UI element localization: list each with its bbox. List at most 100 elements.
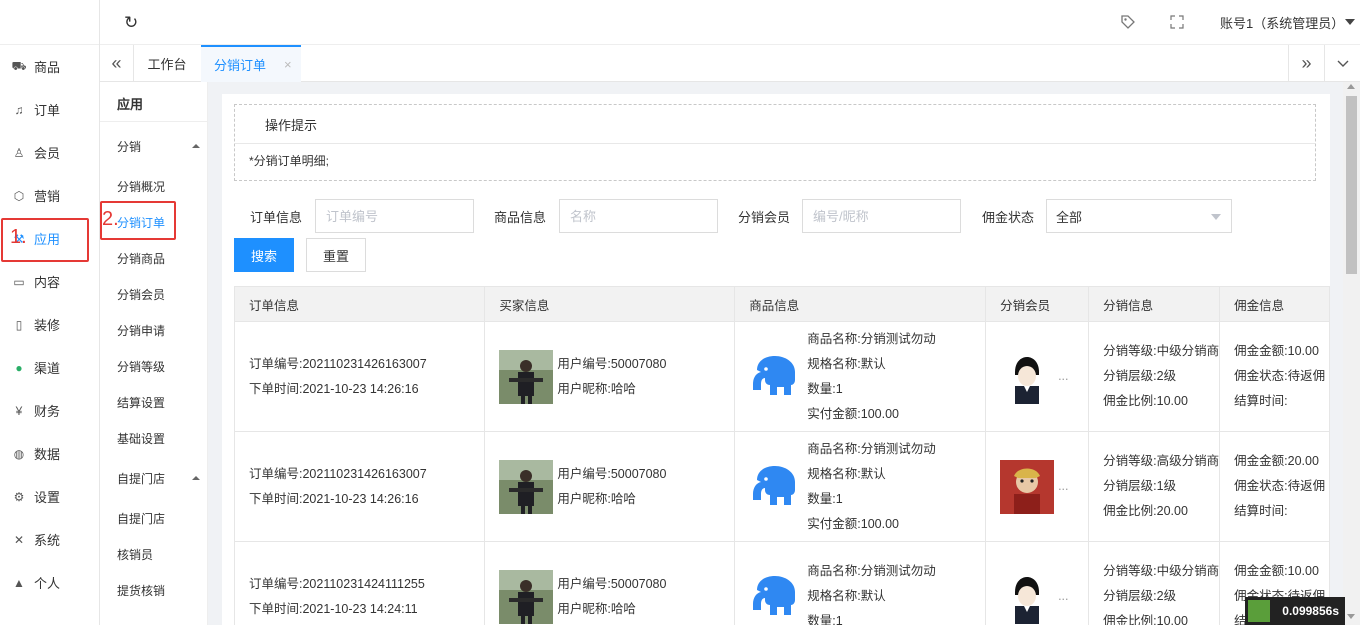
secondary-sidebar: 应用 分销 分销概况 分销订单 分销商品 分销会员 分销申请 分销等级 结算设置 基础设置 自… — [100, 82, 208, 625]
search-button[interactable]: 搜索 — [234, 238, 294, 272]
subnav-item[interactable]: 分销概况 — [100, 168, 208, 204]
subnav-item[interactable]: 分销商品 — [100, 240, 208, 276]
member-avatar — [1000, 459, 1055, 514]
column-header: 分销会员 — [985, 286, 1090, 322]
member-avatar — [1000, 569, 1055, 624]
dist-level: 分销等级:中级分销商 — [1103, 564, 1220, 578]
subnav-item[interactable]: 结算设置 — [100, 384, 208, 420]
nav-item-12[interactable]: ▲ 个人 — [0, 561, 100, 604]
globe-icon: ◍ — [13, 446, 25, 461]
nav-item-6[interactable]: ▯ 装修 — [0, 303, 100, 346]
nav-item-label: 财务 — [34, 404, 61, 419]
nav-item-10[interactable]: ⚙ 设置 — [0, 475, 100, 518]
member-cell: ... — [985, 541, 1090, 625]
nav-item-2[interactable]: ♙ 会员 — [0, 131, 100, 174]
buyer-info-cell: 用户编号:50007080 用户昵称:哈哈 — [484, 431, 736, 542]
commission-info-cell: 佣金金额:20.00 佣金状态:待返佣 结算时间: — [1219, 431, 1330, 542]
subnav-item[interactable]: 提货核销 — [100, 572, 208, 608]
scrollbar-thumb[interactable] — [1346, 96, 1357, 274]
nav-item-label: 订单 — [34, 103, 61, 118]
subnav-item[interactable]: 自提门店 — [100, 500, 208, 536]
nav-item-9[interactable]: ◍ 数据 — [0, 432, 100, 475]
distribution-info-cell: 分销等级:中级分销商 分销层级:2级 佣金比例:10.00 — [1088, 321, 1221, 432]
nav-item-label: 应用 — [34, 232, 61, 247]
column-header: 订单信息 — [233, 286, 486, 322]
order-time: 下单时间:2021-10-23 14:26:16 — [249, 491, 419, 506]
comm-status: 佣金状态:待返佣 — [1234, 479, 1326, 493]
table-row[interactable]: 订单编号:202110231426163007 下单时间:2021-10-23 1… — [233, 431, 1330, 542]
subnav-group-pickup[interactable]: 自提门店 — [100, 460, 208, 496]
subnav-group-label: 分销 — [117, 139, 142, 154]
refresh-icon[interactable]: ↻ — [124, 13, 138, 33]
goods-name: 商品名称:分销测试勿动 — [807, 331, 936, 346]
scroll-up-icon[interactable] — [1347, 84, 1355, 89]
goods-info-cell: 商品名称:分销测试勿动 规格名称:默认 数量:1 — [734, 541, 987, 625]
table-row[interactable]: 订单编号:202110231424111255 下单时间:2021-10-23 1… — [233, 541, 1330, 625]
divider — [235, 143, 1315, 144]
subnav-item[interactable]: 分销申请 — [100, 312, 208, 348]
more-icon[interactable]: ... — [1058, 364, 1068, 389]
column-header: 分销信息 — [1088, 286, 1221, 322]
elephant-product-image — [753, 575, 796, 615]
nav-item-5[interactable]: ▭ 内容 — [0, 260, 100, 303]
commission-info-cell: 佣金金额:10.00 佣金状态:待返佣结算时间: — [1219, 321, 1330, 432]
commission-status-select[interactable]: 全部 — [1046, 199, 1232, 233]
goods-name: 商品名称:分销测试勿动 — [807, 564, 936, 578]
subnav-group-label: 自提门店 — [117, 471, 166, 486]
chevron-down-icon[interactable] — [1345, 19, 1355, 25]
nav-item-7[interactable]: ● 渠道 — [0, 346, 100, 389]
nav-item-label: 设置 — [34, 490, 61, 505]
subnav-item[interactable]: 分销等级 — [100, 348, 208, 384]
column-header: 商品信息 — [734, 286, 987, 322]
fullscreen-icon[interactable] — [1170, 15, 1184, 32]
nav-item-8[interactable]: ¥ 财务 — [0, 389, 100, 432]
main-content: 操作提示 *分销订单明细; 订单信息 商品信息 分销会员 佣金状态 全部 搜索 … — [222, 94, 1330, 625]
subnav-group-distribution[interactable]: 分销 — [100, 128, 208, 164]
goods-qty: 数量:1 — [807, 381, 843, 396]
nav-item-1[interactable]: ♫ 订单 — [0, 88, 100, 131]
tabs-scroll-right-icon[interactable]: » — [1288, 45, 1324, 82]
goods-name-input[interactable] — [559, 199, 718, 233]
commission-status-label: 佣金状态 — [982, 210, 1035, 225]
goods-spec: 规格名称:默认 — [807, 466, 886, 481]
book-icon: ▭ — [13, 274, 25, 289]
nav-item-label: 数据 — [34, 447, 61, 462]
table-row[interactable]: 订单编号:202110231426163007 下单时间:2021-10-23 1… — [233, 321, 1330, 432]
order-no-input[interactable] — [315, 199, 474, 233]
bell-icon: ♫ — [14, 102, 24, 117]
tabs-menu-icon[interactable] — [1324, 45, 1360, 82]
member-input[interactable] — [802, 199, 961, 233]
dist-ratio: 佣金比例:20.00 — [1103, 504, 1188, 518]
scroll-down-icon[interactable] — [1347, 614, 1355, 619]
tag-icon[interactable] — [1120, 14, 1136, 33]
nav-item-11[interactable]: ✕ 系统 — [0, 518, 100, 561]
more-icon[interactable]: ... — [1058, 584, 1068, 609]
orders-table: 订单信息 买家信息 商品信息 分销会员 分销信息 佣金信息 订单编号:2021102314… — [233, 286, 1330, 625]
subnav-title: 应用 — [100, 86, 208, 122]
nav-item-label: 渠道 — [34, 361, 61, 376]
load-time-badge: 0.099856s — [1245, 597, 1345, 625]
goods-info-label: 商品信息 — [494, 210, 547, 225]
tabs-scroll-left-icon[interactable]: « — [100, 45, 134, 82]
nav-item-3[interactable]: ⬡ 营销 — [0, 174, 100, 217]
tab-close-icon[interactable]: × — [284, 57, 292, 72]
reset-button[interactable]: 重置 — [306, 238, 366, 272]
distribution-info-cell: 分销等级:中级分销商 分销层级:2级 佣金比例:10.00 — [1088, 541, 1221, 625]
tab-distribution-orders[interactable]: 分销订单 × — [201, 45, 301, 82]
dist-ratio: 佣金比例:10.00 — [1103, 394, 1188, 408]
order-no: 订单编号:202110231426163007 — [249, 356, 427, 371]
subnav-item[interactable]: 分销会员 — [100, 276, 208, 312]
nav-item-0[interactable]: ⛟ 商品 — [0, 45, 100, 88]
subnav-item[interactable]: 基础设置 — [100, 420, 208, 456]
tab-bar: « 工作台 分销订单 × » — [100, 45, 1360, 82]
goods-info-cell: 商品名称:分销测试勿动 规格名称:默认 数量:1 实付金额:100.00 — [734, 321, 987, 432]
subnav-item[interactable]: 核销员 — [100, 536, 208, 572]
tab-workbench[interactable]: 工作台 — [134, 45, 200, 82]
vertical-scrollbar[interactable] — [1343, 82, 1360, 625]
cart-icon: ⛟ — [11, 58, 27, 73]
yen-icon: ¥ — [15, 403, 23, 418]
tips-text: *分销订单明细; — [249, 154, 330, 168]
account-menu[interactable]: 账号1（系统管理员） — [1220, 13, 1344, 32]
more-icon[interactable]: ... — [1058, 474, 1068, 499]
chevron-down-icon — [1211, 214, 1221, 220]
